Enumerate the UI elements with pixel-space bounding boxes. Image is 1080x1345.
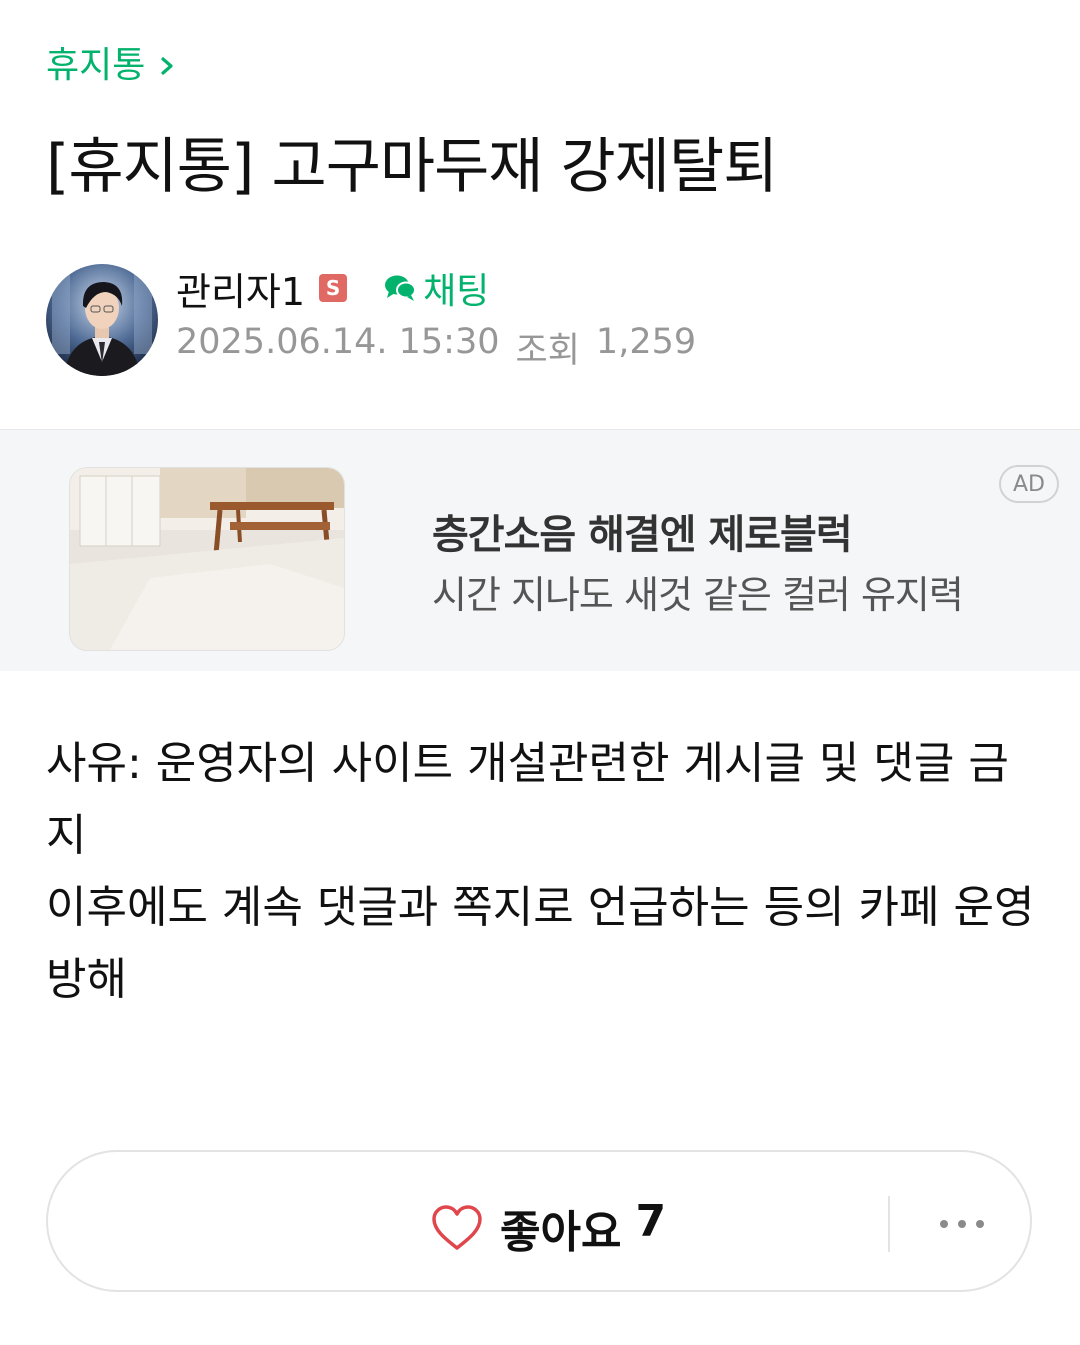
body-paragraph: 이후에도 계속 댓글과 쪽지로 언급하는 등의 카페 운영 방해 xyxy=(46,882,1035,1005)
ad-subtext: 시간 지나도 새것 같은 컬러 유지력 xyxy=(432,573,964,617)
author-row: 관리자1 S 채팅 xyxy=(176,262,489,314)
like-text: 좋아요 7 xyxy=(500,1196,666,1260)
like-count: 7 xyxy=(635,1196,667,1247)
ad-banner[interactable]: 층간소음 해결엔 제로블럭 시간 지나도 새것 같은 컬러 유지력 AD xyxy=(0,429,1080,671)
post-date: 2025.06.14. 15:30 xyxy=(176,322,500,362)
ad-image[interactable] xyxy=(69,467,345,651)
chevron-right-icon xyxy=(161,57,173,75)
author-avatar[interactable] xyxy=(46,264,158,376)
body-paragraph: 사유: 운영자의 사이트 개설관련한 게시글 및 댓글 금지 xyxy=(46,738,1009,861)
views-count: 1,259 xyxy=(595,322,697,362)
more-horizontal-icon xyxy=(976,1220,984,1228)
more-options-button[interactable] xyxy=(940,1206,984,1242)
more-horizontal-icon xyxy=(958,1220,966,1228)
chat-button[interactable]: 채팅 xyxy=(383,262,489,314)
views-label: 조회 xyxy=(515,331,580,371)
like-label: 좋아요 xyxy=(500,1207,622,1258)
ad-headline: 층간소음 해결엔 제로블럭 xyxy=(432,512,853,558)
post-body: 사유: 운영자의 사이트 개설관련한 게시글 및 댓글 금지 이후에도 계속 댓… xyxy=(46,728,1036,1016)
board-name: 휴지통 xyxy=(46,45,146,86)
like-button[interactable]: 좋아요 7 xyxy=(430,1196,666,1260)
post-title: [휴지통] 고구마두재 강제탈퇴 xyxy=(46,132,778,202)
action-divider xyxy=(888,1196,890,1252)
post-action-bar: 좋아요 7 xyxy=(46,1150,1032,1292)
staff-badge: S xyxy=(319,274,348,302)
chat-bubbles-icon xyxy=(385,275,417,301)
chat-label: 채팅 xyxy=(423,271,490,312)
ad-badge[interactable]: AD xyxy=(999,465,1059,503)
heart-icon xyxy=(432,1205,482,1250)
author-name[interactable]: 관리자1 xyxy=(176,261,305,316)
post-page: 휴지통 [휴지통] 고구마두재 강제탈퇴 관리자1 S 채팅 2025.06.1… xyxy=(0,0,1080,1345)
board-link[interactable]: 휴지통 xyxy=(46,40,177,92)
more-horizontal-icon xyxy=(940,1220,948,1228)
post-meta: 2025.06.14. 15:30 조회 1,259 xyxy=(176,322,696,373)
